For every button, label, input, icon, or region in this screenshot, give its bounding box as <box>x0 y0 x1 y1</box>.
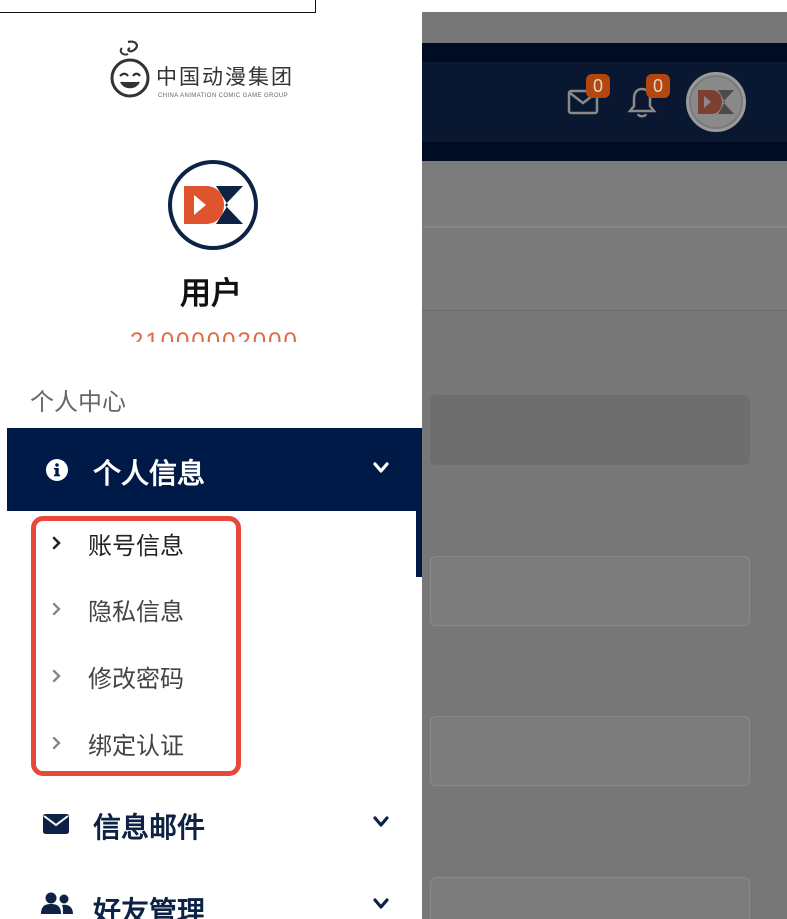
user-avatar[interactable] <box>167 159 259 251</box>
envelope-icon <box>43 814 69 834</box>
user-id-text: 21000002000 <box>130 328 299 343</box>
dk-logo-icon <box>691 77 741 127</box>
logo-english-text: CHINA ANIMATION COMIC GAME GROUP <box>158 93 289 99</box>
backdrop-field <box>430 556 750 626</box>
backdrop-field <box>430 395 750 465</box>
chevron-down-icon <box>373 816 389 827</box>
backdrop-field <box>430 716 750 786</box>
mail-count-badge: 0 <box>586 74 610 98</box>
logo-chinese-text: 中国动漫集团 <box>156 65 294 89</box>
highlight-annotation-box <box>31 516 241 776</box>
chevron-down-icon <box>373 462 389 473</box>
backdrop-field <box>430 877 750 919</box>
backdrop-top-strip <box>422 0 787 12</box>
menu-personal-info[interactable]: 个人信息 <box>7 428 422 511</box>
user-id: 21000002000 <box>130 318 300 343</box>
top-frame-line <box>0 0 316 13</box>
section-label-personal-center: 个人中心 <box>30 388 126 416</box>
menu-friend-management-label: 好友管理 <box>93 895 206 919</box>
notification-count-badge: 0 <box>646 74 670 98</box>
page-backdrop[interactable]: 0 0 <box>422 0 787 919</box>
menu-friend-management[interactable]: 好友管理 <box>7 872 422 919</box>
mascot-logo-icon <box>110 40 150 98</box>
user-name: 用户 <box>180 276 242 312</box>
menu-personal-info-label: 个人信息 <box>93 457 206 490</box>
brand-logo[interactable]: 中国动漫集团 CHINA ANIMATION COMIC GAME GROUP <box>106 38 326 104</box>
info-circle-icon <box>46 459 68 481</box>
chevron-down-icon <box>373 898 389 909</box>
users-icon <box>41 892 73 914</box>
menu-messages-mail[interactable]: 信息邮件 <box>7 790 422 856</box>
sidebar: 中国动漫集团 CHINA ANIMATION COMIC GAME GROUP … <box>0 0 422 919</box>
menu-messages-mail-label: 信息邮件 <box>93 811 206 844</box>
backdrop-subbar <box>422 161 787 226</box>
backdrop-breadcrumb-area <box>422 226 787 311</box>
header-avatar[interactable] <box>686 72 746 132</box>
